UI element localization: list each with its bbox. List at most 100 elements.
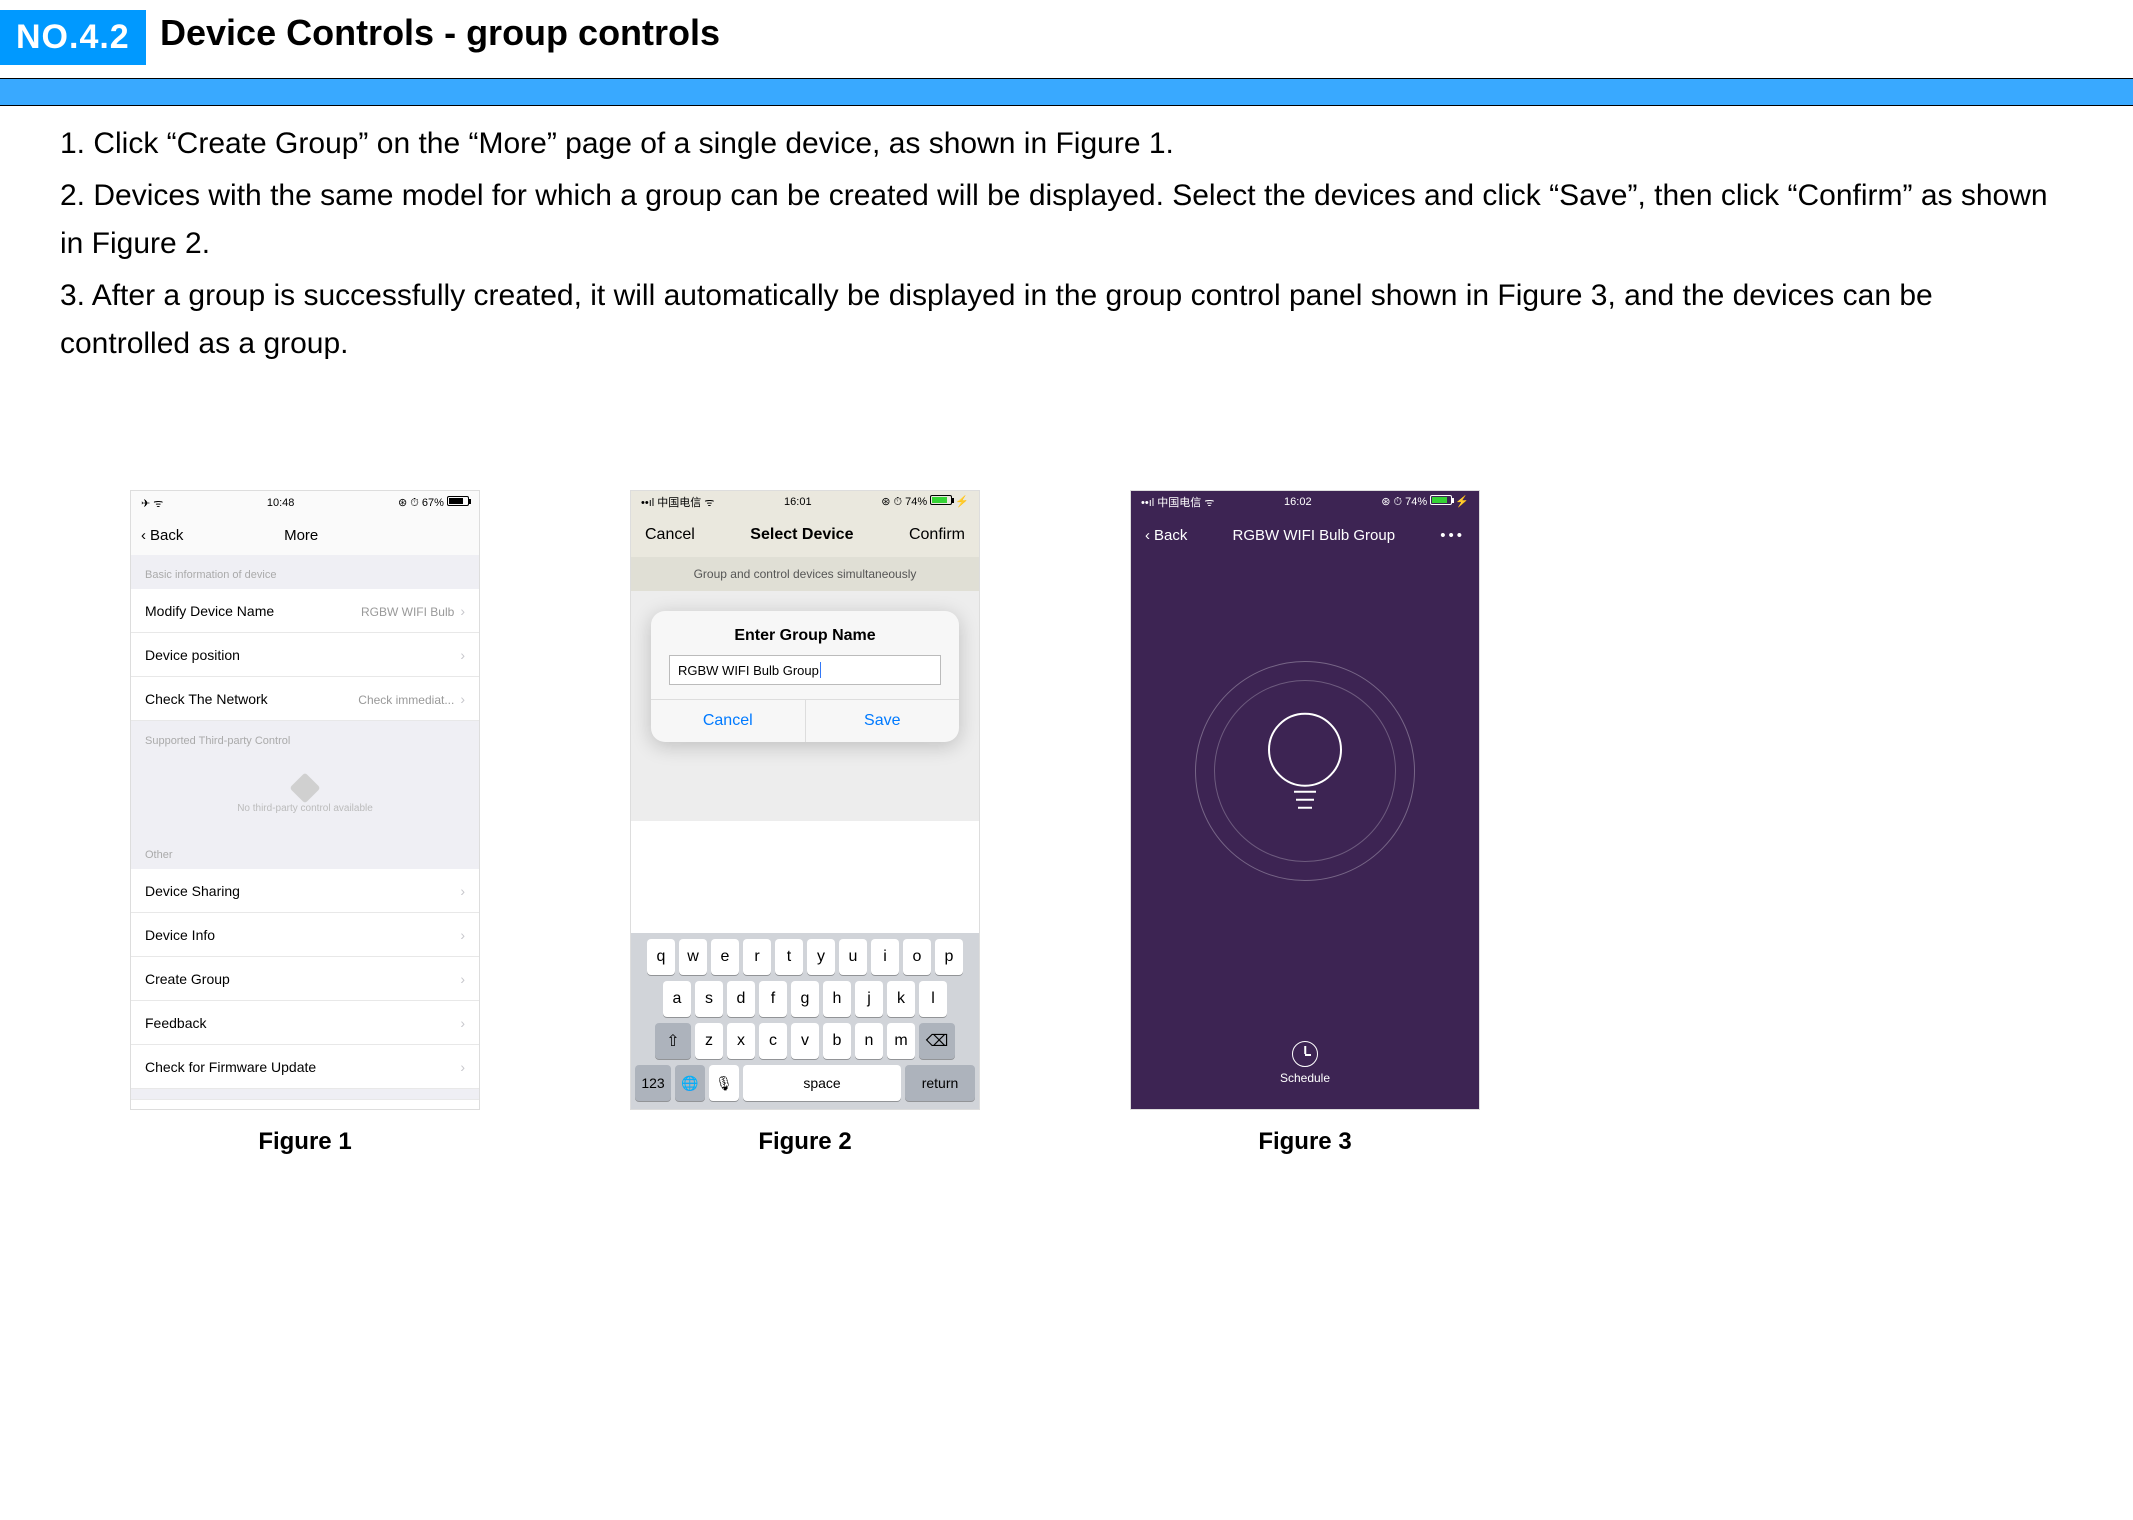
clock-icon [1292, 1041, 1318, 1067]
row-modify-device-name[interactable]: Modify Device Name RGBW WIFI Bulb› [131, 589, 479, 633]
section-header-thirdparty: Supported Third-party Control [131, 721, 479, 755]
key-globe-icon[interactable]: 🌐 [675, 1065, 705, 1101]
key-g[interactable]: g [791, 981, 819, 1017]
key-r[interactable]: r [743, 939, 771, 975]
key-123[interactable]: 123 [635, 1065, 671, 1101]
figure-1-column: ✈ ᯤ 10:48 ⊛ ⏱ 67% ‹ Back More Basic info… [130, 490, 480, 1156]
figure-1-label: Figure 1 [258, 1128, 351, 1156]
key-k[interactable]: k [887, 981, 915, 1017]
key-h[interactable]: h [823, 981, 851, 1017]
thirdparty-note: No third-party control available [237, 803, 373, 814]
chevron-right-icon: › [460, 971, 465, 987]
cube-icon [289, 772, 320, 803]
instruction-step-2: 2. Devices with the same model for which… [60, 172, 2050, 268]
figure-1-phone: ✈ ᯤ 10:48 ⊛ ⏱ 67% ‹ Back More Basic info… [130, 490, 480, 1110]
nav-title: RGBW WIFI Bulb Group [1233, 527, 1396, 544]
nav-bar: ‹ Back More [131, 515, 479, 555]
remove-device-button[interactable]: Remove Device [131, 1099, 479, 1110]
status-time: 16:01 [784, 496, 812, 508]
status-battery: ⊛ ⏱ 67% [398, 496, 469, 510]
instruction-step-1: 1. Click “Create Group” on the “More” pa… [60, 120, 2050, 168]
status-battery: ⊛ ⏱ 74% ⚡ [1381, 495, 1469, 509]
key-p[interactable]: p [935, 939, 963, 975]
key-b[interactable]: b [823, 1023, 851, 1059]
group-name-input[interactable]: RGBW WIFI Bulb Group [669, 655, 941, 685]
thirdparty-placeholder: No third-party control available [131, 755, 479, 835]
row-feedback[interactable]: Feedback› [131, 1001, 479, 1045]
schedule-label: Schedule [1280, 1071, 1330, 1085]
figure-2-phone: ••ıl 中国电信 ᯤ 16:01 ⊛ ⏱ 74% ⚡ Cancel Selec… [630, 490, 980, 1110]
row-value: RGBW WIFI Bulb [361, 605, 454, 619]
status-battery: ⊛ ⏱ 74% ⚡ [881, 495, 969, 509]
key-f[interactable]: f [759, 981, 787, 1017]
bulb-icon [1260, 708, 1350, 823]
key-w[interactable]: w [679, 939, 707, 975]
row-label: Modify Device Name [145, 603, 274, 619]
key-space[interactable]: space [743, 1065, 901, 1101]
schedule-button[interactable]: Schedule [1131, 1041, 1479, 1085]
alert-save-button[interactable]: Save [806, 700, 960, 742]
keyboard-row-1: q w e r t y u i o p [631, 933, 979, 975]
confirm-button[interactable]: Confirm [909, 526, 965, 544]
key-return[interactable]: return [905, 1065, 975, 1101]
keyboard-row-2: a s d f g h j k l [631, 975, 979, 1017]
nav-bar: ‹ Back RGBW WIFI Bulb Group ••• [1131, 513, 1479, 557]
status-bar: ••ıl 中国电信 ᯤ 16:02 ⊛ ⏱ 74% ⚡ [1131, 491, 1479, 513]
row-check-network[interactable]: Check The Network Check immediat...› [131, 677, 479, 721]
section-number-badge: NO.4.2 [0, 10, 146, 65]
chevron-right-icon: › [460, 691, 465, 707]
key-y[interactable]: y [807, 939, 835, 975]
key-i[interactable]: i [871, 939, 899, 975]
key-j[interactable]: j [855, 981, 883, 1017]
key-mic-icon[interactable]: 🎙 [709, 1065, 739, 1101]
back-button[interactable]: ‹ Back [1145, 527, 1187, 544]
key-l[interactable]: l [919, 981, 947, 1017]
key-a[interactable]: a [663, 981, 691, 1017]
figure-2-label: Figure 2 [758, 1128, 851, 1156]
keyboard-row-4: 123 🌐 🎙 space return [631, 1059, 979, 1109]
row-device-position[interactable]: Device position › [131, 633, 479, 677]
row-label: Device position [145, 647, 240, 663]
row-create-group[interactable]: Create Group› [131, 957, 479, 1001]
keyboard-row-3: ⇧ z x c v b n m ⌫ [631, 1017, 979, 1059]
alert-cancel-button[interactable]: Cancel [651, 700, 806, 742]
key-s[interactable]: s [695, 981, 723, 1017]
key-e[interactable]: e [711, 939, 739, 975]
status-time: 16:02 [1284, 496, 1312, 508]
key-q[interactable]: q [647, 939, 675, 975]
page-title: Device Controls - group controls [160, 12, 720, 54]
key-z[interactable]: z [695, 1023, 723, 1059]
more-menu-button[interactable]: ••• [1440, 527, 1465, 544]
row-value: Check immediat... [358, 693, 454, 707]
key-d[interactable]: d [727, 981, 755, 1017]
key-o[interactable]: o [903, 939, 931, 975]
nav-title: More [133, 527, 469, 544]
status-bar: ✈ ᯤ 10:48 ⊛ ⏱ 67% [131, 491, 479, 515]
figure-2-column: ••ıl 中国电信 ᯤ 16:01 ⊛ ⏱ 74% ⚡ Cancel Selec… [630, 490, 980, 1156]
cancel-button[interactable]: Cancel [645, 526, 695, 544]
key-u[interactable]: u [839, 939, 867, 975]
key-n[interactable]: n [855, 1023, 883, 1059]
row-firmware-update[interactable]: Check for Firmware Update› [131, 1045, 479, 1089]
key-m[interactable]: m [887, 1023, 915, 1059]
key-c[interactable]: c [759, 1023, 787, 1059]
key-backspace[interactable]: ⌫ [919, 1023, 955, 1059]
chevron-right-icon: › [460, 1059, 465, 1075]
chevron-right-icon: › [460, 883, 465, 899]
key-v[interactable]: v [791, 1023, 819, 1059]
key-shift[interactable]: ⇧ [655, 1023, 691, 1059]
key-x[interactable]: x [727, 1023, 755, 1059]
status-time: 10:48 [267, 497, 295, 509]
section-header-other: Other [131, 835, 479, 869]
alert-enter-group-name: Enter Group Name RGBW WIFI Bulb Group Ca… [651, 611, 959, 742]
section-header-basic: Basic information of device [131, 555, 479, 589]
status-carrier: ••ıl 中国电信 ᯤ [1141, 494, 1214, 510]
row-device-info[interactable]: Device Info› [131, 913, 479, 957]
alert-title: Enter Group Name [651, 611, 959, 655]
instruction-list: 1. Click “Create Group” on the “More” pa… [60, 120, 2050, 372]
chevron-right-icon: › [460, 1015, 465, 1031]
bulb-control[interactable] [1195, 661, 1415, 881]
row-device-sharing[interactable]: Device Sharing› [131, 869, 479, 913]
key-t[interactable]: t [775, 939, 803, 975]
airplane-wifi-icons: ✈ ᯤ [141, 496, 163, 511]
